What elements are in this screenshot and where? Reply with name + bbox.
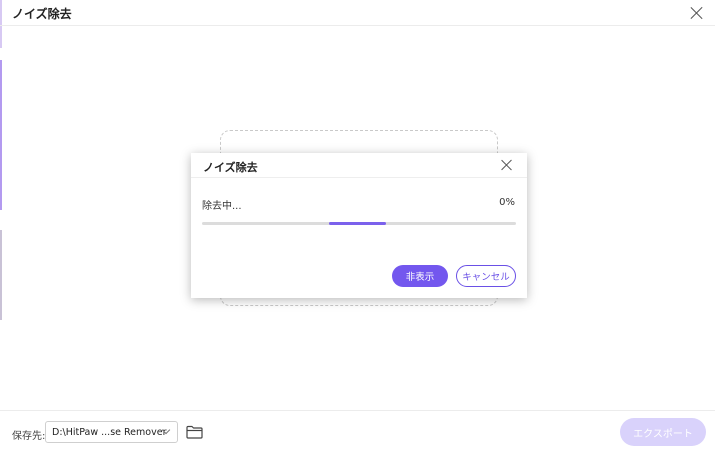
close-icon[interactable] — [689, 5, 705, 21]
progress-bar — [202, 222, 516, 225]
hide-button[interactable]: 非表示 — [392, 265, 448, 287]
folder-icon[interactable] — [186, 424, 203, 439]
save-path-select[interactable]: D:\HitPaw ...se Remover — [45, 421, 178, 443]
save-path-value: D:\HitPaw ...se Remover — [52, 427, 167, 438]
left-edge-accent — [0, 230, 2, 320]
dialog-title: ノイズ除去 — [203, 161, 258, 174]
title-bar: ノイズ除去 — [0, 0, 715, 26]
dialog-header: ノイズ除去 — [191, 153, 527, 178]
dialog-close-icon[interactable] — [500, 158, 514, 172]
progress-indicator — [329, 222, 386, 225]
save-location-label: 保存先: — [12, 431, 46, 442]
footer-bar: 保存先: D:\HitPaw ...se Remover エクスポート — [0, 410, 715, 450]
status-text: 除去中... — [202, 201, 242, 212]
export-button[interactable]: エクスポート — [620, 418, 706, 446]
window-title: ノイズ除去 — [12, 7, 72, 21]
left-edge-accent — [0, 60, 2, 210]
progress-percent: 0% — [499, 197, 515, 208]
cancel-button[interactable]: キャンセル — [456, 265, 516, 287]
progress-dialog: ノイズ除去 除去中... 0% 非表示 キャンセル — [191, 153, 527, 298]
